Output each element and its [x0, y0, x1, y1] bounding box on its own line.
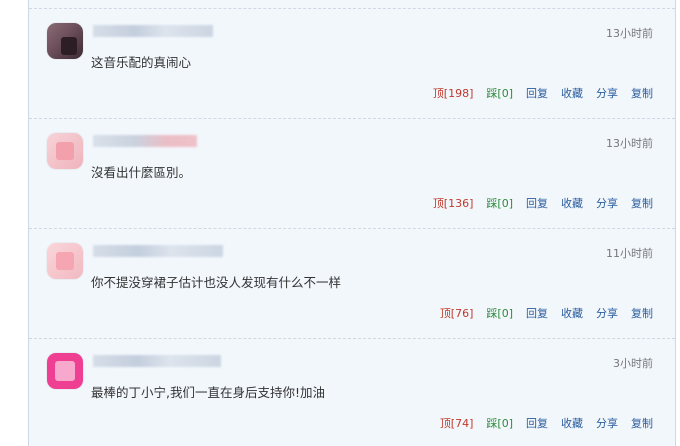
copy-button[interactable]: 复制 — [631, 417, 653, 430]
favorite-button[interactable]: 收藏 — [561, 87, 583, 100]
favorite-button[interactable]: 收藏 — [561, 417, 583, 430]
comment-item: 11小时前 你不提没穿裙子估计也没人发现有什么不一样 顶[76] 踩[0] 回复 收藏… — [29, 228, 675, 320]
upvote-button[interactable]: 顶[74] — [440, 417, 474, 430]
username-blurred[interactable] — [93, 355, 221, 367]
comment-time: 13小时前 — [606, 27, 653, 40]
comment-actions: 顶[74] 踩[0] 回复 收藏 分享 复制 — [427, 415, 653, 431]
avatar-image — [56, 252, 74, 270]
comment-actions: 顶[136] 踩[0] 回复 收藏 分享 复制 — [420, 195, 653, 211]
avatar[interactable] — [47, 23, 83, 59]
share-button[interactable]: 分享 — [596, 307, 618, 320]
copy-button[interactable]: 复制 — [631, 87, 653, 100]
comment-time: 13小时前 — [606, 137, 653, 150]
downvote-button[interactable]: 踩[0] — [486, 307, 513, 320]
favorite-button[interactable]: 收藏 — [561, 197, 583, 210]
reply-button[interactable]: 回复 — [526, 87, 548, 100]
share-button[interactable]: 分享 — [596, 417, 618, 430]
username-blurred[interactable] — [93, 25, 213, 37]
avatar-image — [61, 37, 77, 55]
reply-button[interactable]: 回复 — [526, 197, 548, 210]
comment-item: 13小时前 这音乐配的真闹心 顶[198] 踩[0] 回复 收藏 分享 复制 — [29, 8, 675, 100]
username-blurred[interactable] — [93, 135, 197, 147]
reply-button[interactable]: 回复 — [526, 307, 548, 320]
comment-item: 3小时前 最棒的丁小宁,我们一直在身后支持你!加油 顶[74] 踩[0] 回复 收藏分… — [29, 338, 675, 430]
comment-text: 这音乐配的真闹心 — [91, 55, 192, 70]
comment-time: 3小时前 — [613, 357, 653, 370]
avatar[interactable] — [47, 353, 83, 389]
copy-button[interactable]: 复制 — [631, 197, 653, 210]
favorite-button[interactable]: 收藏 — [561, 307, 583, 320]
comment-text: 最棒的丁小宁,我们一直在身后支持你!加油 — [91, 385, 325, 400]
comment-item: 13小时前 沒看出什麼區別。 顶[136] 踩[0] 回复 收藏 分享 复制 — [29, 118, 675, 210]
comment-time: 11小时前 — [606, 247, 653, 260]
avatar-image — [55, 361, 75, 381]
comment-list: 13小时前 这音乐配的真闹心 顶[198] 踩[0] 回复 收藏 分享 复制 13小时前 … — [28, 0, 676, 446]
downvote-button[interactable]: 踩[0] — [486, 87, 513, 100]
copy-button[interactable]: 复制 — [631, 307, 653, 320]
share-button[interactable]: 分享 — [596, 87, 618, 100]
comment-text: 沒看出什麼區別。 — [91, 165, 192, 180]
avatar[interactable] — [47, 243, 83, 279]
reply-button[interactable]: 回复 — [526, 417, 548, 430]
upvote-button[interactable]: 顶[76] — [440, 307, 474, 320]
comment-text: 你不提没穿裙子估计也没人发现有什么不一样 — [91, 275, 342, 290]
comment-actions: 顶[76] 踩[0] 回复 收藏 分享 复制 — [427, 305, 653, 321]
downvote-button[interactable]: 踩[0] — [486, 197, 513, 210]
avatar[interactable] — [47, 133, 83, 169]
downvote-button[interactable]: 踩[0] — [486, 417, 513, 430]
username-blurred[interactable] — [93, 245, 223, 257]
upvote-button[interactable]: 顶[136] — [433, 197, 474, 210]
avatar-image — [56, 142, 74, 160]
share-button[interactable]: 分享 — [596, 197, 618, 210]
comment-actions: 顶[198] 踩[0] 回复 收藏 分享 复制 — [420, 85, 653, 101]
upvote-button[interactable]: 顶[198] — [433, 87, 474, 100]
